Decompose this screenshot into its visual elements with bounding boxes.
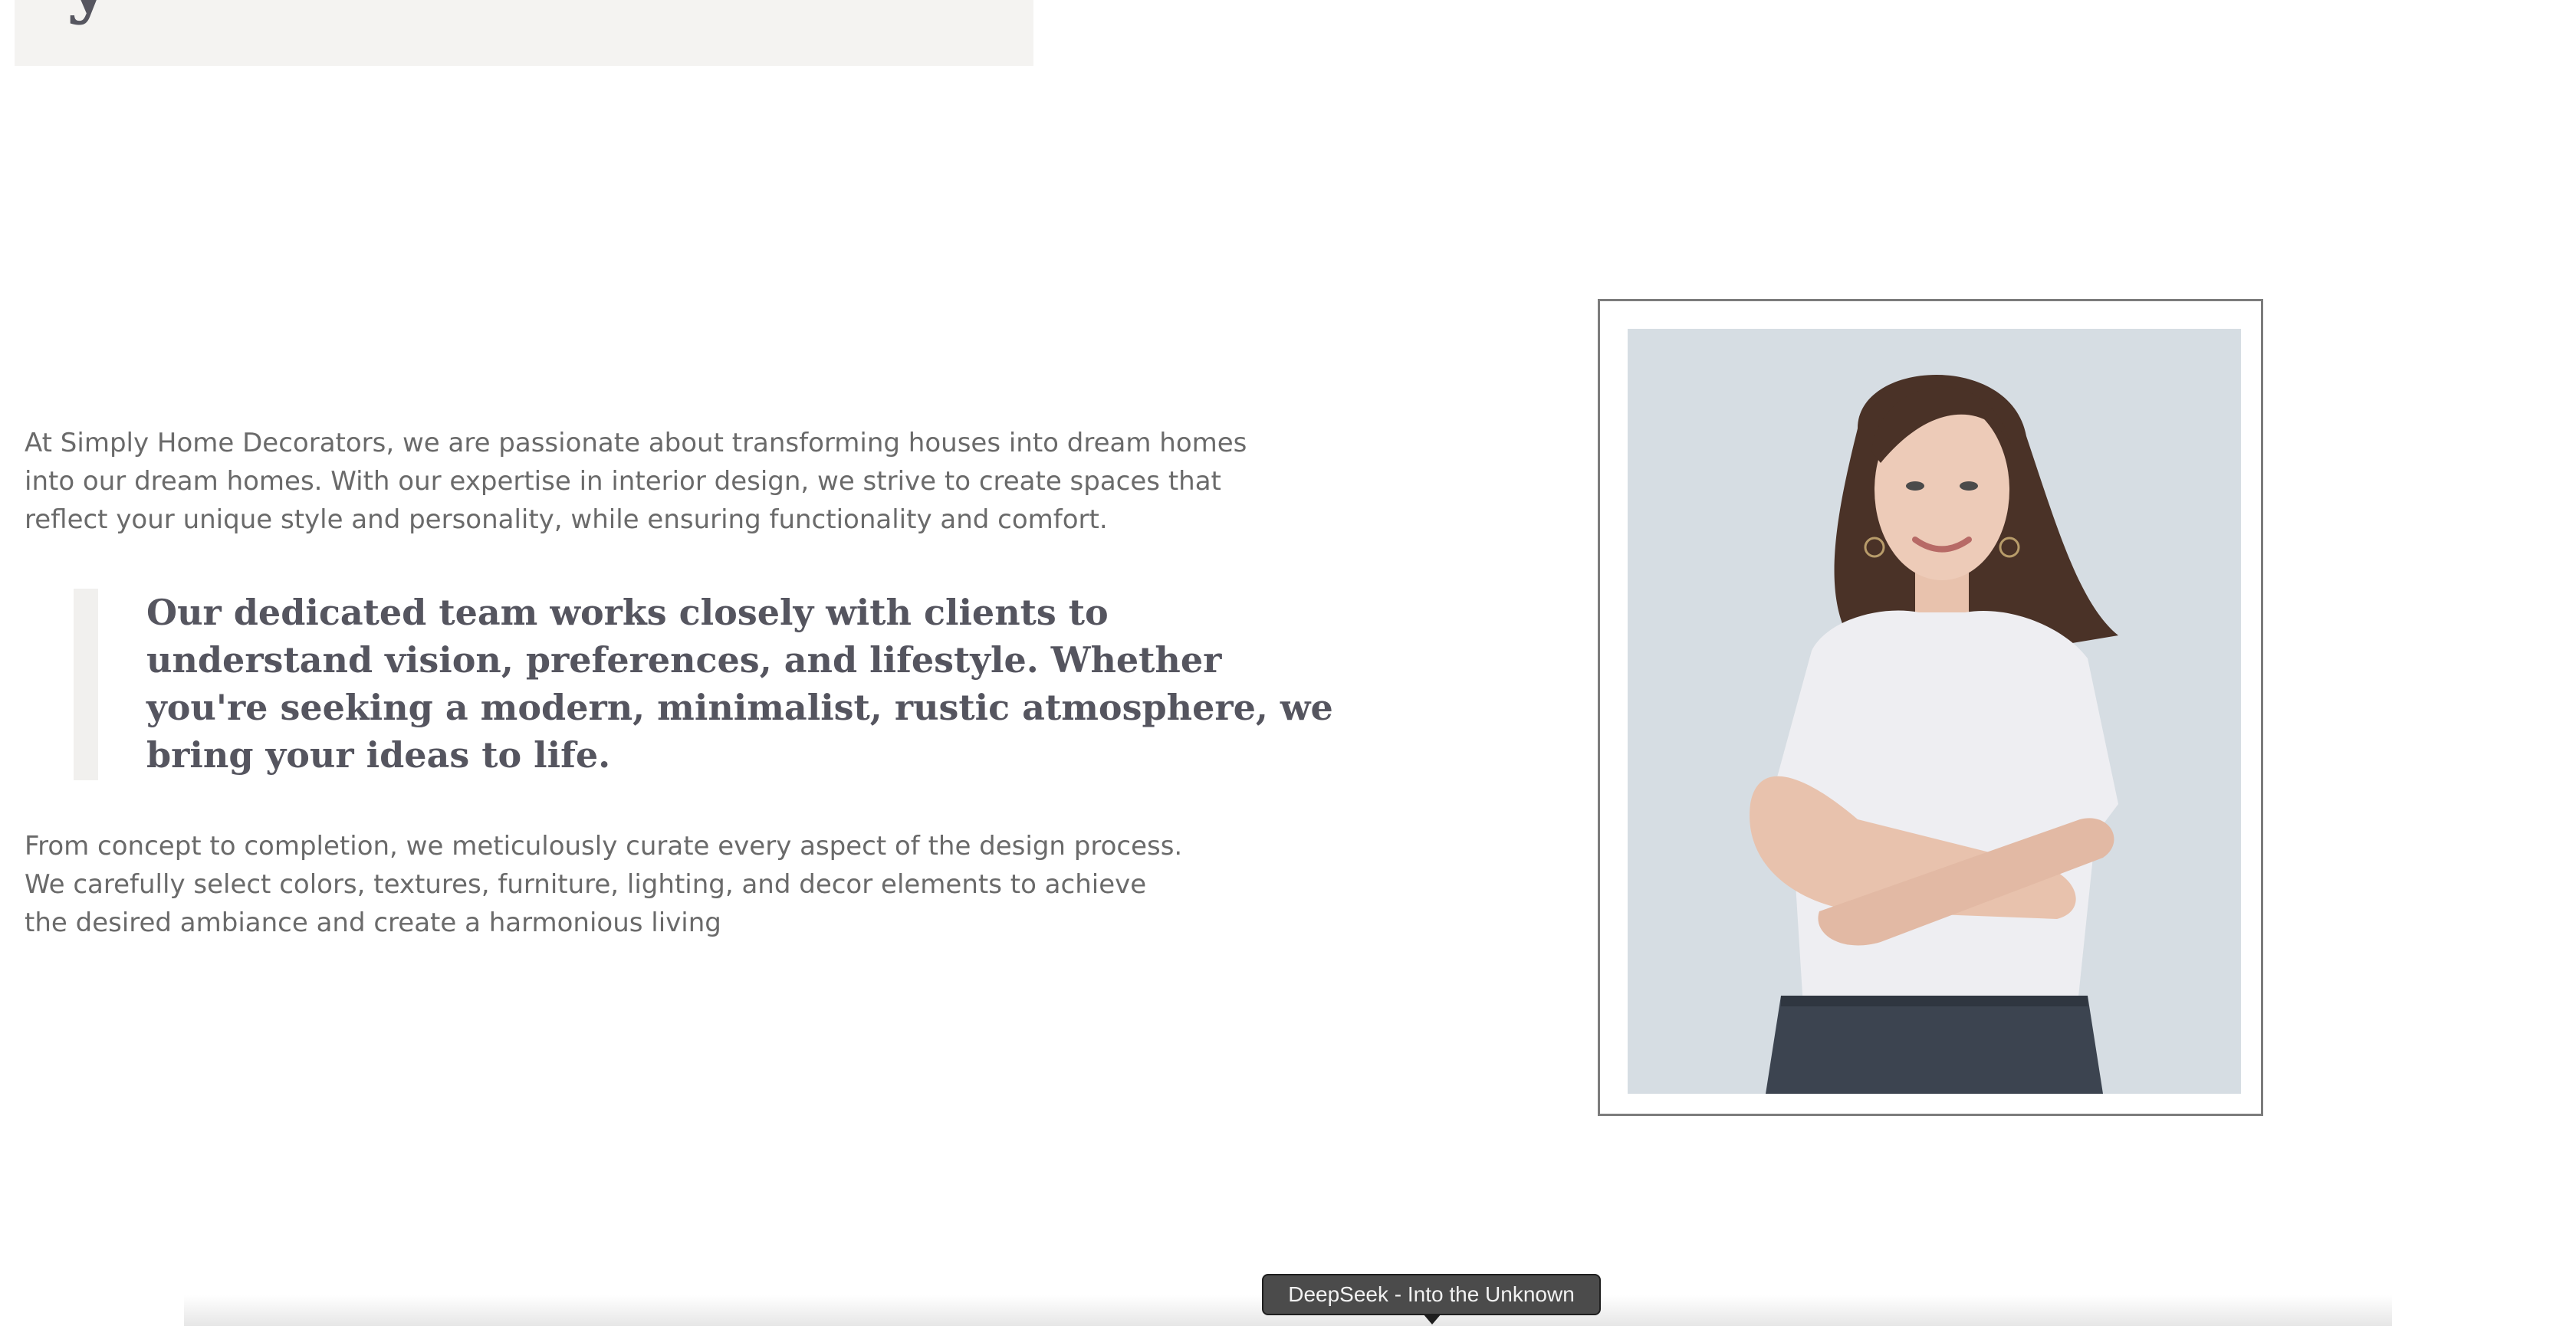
quote-block: Our dedicated team works closely with cl…	[74, 589, 1333, 780]
top-banner: y	[15, 0, 1033, 66]
tooltip-arrow	[1423, 1314, 1441, 1324]
photo-frame	[1598, 299, 2263, 1116]
tooltip: DeepSeek - Into the Unknown	[1262, 1274, 1601, 1315]
team-member-photo	[1628, 329, 2241, 1094]
banner-heading: y	[67, 0, 110, 20]
closing-paragraph: From concept to completion, we meticulou…	[25, 831, 1183, 938]
quote-bar	[74, 589, 98, 780]
intro-paragraph: At Simply Home Decorators, we are passio…	[25, 428, 1247, 535]
portrait-illustration	[1628, 329, 2241, 1094]
quote-text: Our dedicated team works closely with cl…	[146, 592, 1333, 776]
